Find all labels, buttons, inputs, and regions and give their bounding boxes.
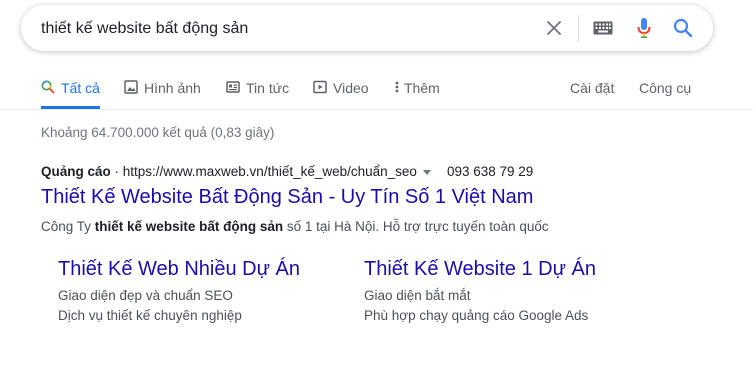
search-tabs: Tất cả Hình ảnh Tin tức Video Thêm Cài đ…: [0, 70, 753, 110]
tab-label: Tất cả: [61, 80, 100, 96]
tab-all[interactable]: Tất cả: [41, 70, 100, 109]
tab-label: Tin tức: [246, 80, 290, 96]
search-box: [21, 5, 713, 51]
tab-news[interactable]: Tin tức: [226, 70, 289, 108]
ad-label: Quảng cáo: [41, 164, 111, 179]
image-icon: [124, 80, 138, 94]
desc-prefix: Công Ty: [41, 219, 95, 234]
sitelink-title[interactable]: Thiết Kế Web Nhiều Dự Án: [58, 258, 318, 281]
result-stats: Khoảng 64.700.000 kết quả (0,83 giây): [41, 125, 275, 140]
sitelink-line: Dịch vụ thiết kế chuyên nghiệp: [58, 308, 242, 323]
video-icon: [313, 80, 327, 94]
news-icon: [226, 80, 240, 94]
sitelink-line: Giao diện bắt mắt: [364, 288, 471, 303]
search-icon: [41, 80, 55, 94]
keyboard-icon[interactable]: [592, 17, 614, 39]
settings-label: Cài đặt: [570, 80, 615, 96]
sitelink-line: Giao diện đẹp và chuẩn SEO: [58, 288, 233, 303]
tools-label: Công cụ: [639, 80, 692, 96]
tab-video[interactable]: Video: [313, 70, 369, 108]
search-input[interactable]: [41, 18, 521, 40]
tab-more[interactable]: Thêm: [394, 70, 440, 108]
desc-bold: thiết kế website bất động sản: [94, 219, 284, 234]
tools-link[interactable]: Công cụ: [639, 70, 691, 108]
tab-images[interactable]: Hình ảnh: [124, 70, 201, 108]
ad-url[interactable]: https://www.maxweb.vn/thiết_kế_web/chuẩn…: [123, 164, 417, 179]
tab-label: Video: [333, 80, 369, 96]
ad-url-line: Quảng cáo · https://www.maxweb.vn/thiết_…: [41, 164, 533, 179]
clear-icon[interactable]: [543, 17, 565, 39]
divider: [578, 15, 579, 42]
settings-link[interactable]: Cài đặt: [570, 70, 614, 108]
microphone-icon[interactable]: [633, 17, 655, 39]
sitelink-1: Thiết Kế Web Nhiều Dự Án Giao diện đẹp v…: [58, 258, 318, 323]
ad-phone[interactable]: 093 638 79 29: [447, 164, 533, 179]
search-icon[interactable]: [672, 17, 694, 39]
ad-title-link[interactable]: Thiết Kế Website Bất Động Sản - Uy Tín S…: [41, 186, 533, 209]
tab-label: Hình ảnh: [144, 80, 201, 96]
ad-description: Công Ty thiết kế website bất động sản số…: [41, 219, 549, 234]
sitelink-line: Phù hợp chạy quảng cáo Google Ads: [364, 308, 589, 323]
desc-suffix: số 1 tại Hà Nội. Hỗ trợ trực tuyến toàn …: [283, 219, 549, 234]
more-vert-icon: [394, 80, 400, 94]
sitelink-title[interactable]: Thiết Kế Website 1 Dự Án: [364, 258, 624, 281]
tab-label: Thêm: [404, 80, 440, 96]
chevron-down-icon[interactable]: [422, 169, 431, 175]
sitelink-2: Thiết Kế Website 1 Dự Án Giao diện bắt m…: [364, 258, 624, 323]
ad-separator: ·: [110, 164, 123, 179]
